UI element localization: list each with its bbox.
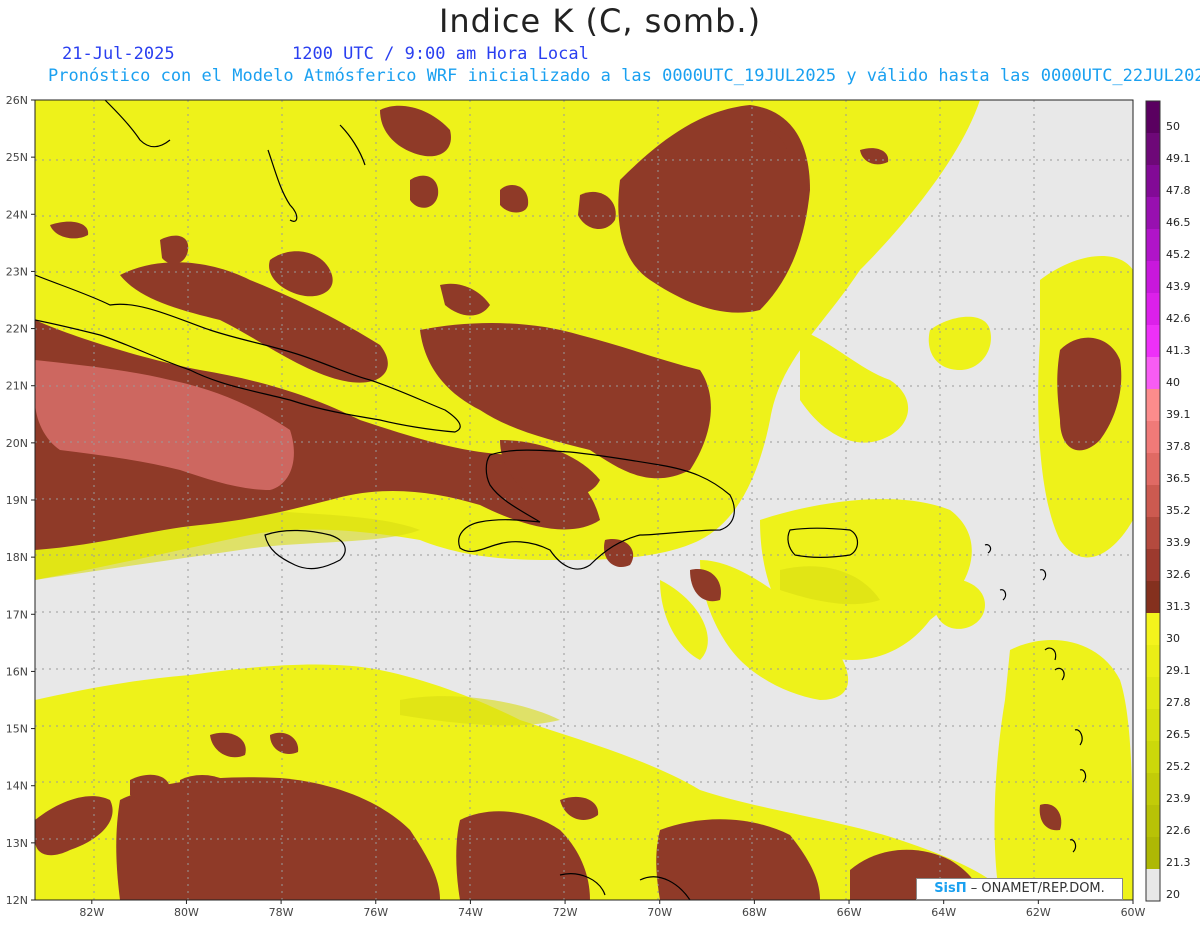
colorbar-swatch-3 <box>1146 197 1160 230</box>
colorbar-swatch-4 <box>1146 229 1160 262</box>
colorbar-label-36.5: 36.5 <box>1166 472 1191 485</box>
lat-label-17N: 17N <box>6 608 28 621</box>
colorbar-swatch-8 <box>1146 357 1160 390</box>
lon-label-66W: 66W <box>837 906 862 919</box>
colorbar-label-45.2: 45.2 <box>1166 248 1191 261</box>
lat-label-22N: 22N <box>6 323 28 336</box>
colorbar-label-29.1: 29.1 <box>1166 664 1191 677</box>
colorbar-swatch-10 <box>1146 421 1160 454</box>
colorbar-swatch-17 <box>1146 645 1160 678</box>
colorbar-label-46.5: 46.5 <box>1166 216 1191 229</box>
lat-label-12N: 12N <box>6 894 28 907</box>
longitude-labels: 82W 80W 78W 76W 74W 72W 70W 68W 66W 64W 62W 60W <box>79 900 1146 919</box>
sispi-logo-text: SisΠ <box>934 881 967 896</box>
colorbar-swatch-9 <box>1146 389 1160 422</box>
lon-label-64W: 64W <box>931 906 956 919</box>
colorbar-swatch-16 <box>1146 613 1160 646</box>
lon-label-76W: 76W <box>363 906 388 919</box>
lat-label-25N: 25N <box>6 151 28 164</box>
colorbar-swatch-23 <box>1146 837 1160 870</box>
lat-label-26N: 26N <box>6 94 28 107</box>
lon-label-82W: 82W <box>79 906 104 919</box>
colorbar-swatch-0 <box>1146 101 1160 134</box>
k-index-map: 26N 25N 24N 23N 22N 21N 20N 19N 18N 17N 16N 15N 14N 1… <box>6 94 1191 919</box>
colorbar-swatch-15 <box>1146 581 1160 614</box>
lat-label-15N: 15N <box>6 723 28 736</box>
colorbar-label-42.6: 42.6 <box>1166 312 1191 325</box>
lon-label-72W: 72W <box>553 906 578 919</box>
lon-label-68W: 68W <box>742 906 767 919</box>
lon-label-80W: 80W <box>174 906 199 919</box>
credit-box: SisΠ – ONAMET/REP.DOM. <box>916 878 1123 900</box>
colorbar-label-22.6: 22.6 <box>1166 824 1191 837</box>
colorbar-label-39.1: 39.1 <box>1166 408 1191 421</box>
colorbar-label-26.5: 26.5 <box>1166 728 1191 741</box>
k-index-colorbar: 50 49.1 47.8 46.5 45.2 43.9 42.6 41.3 40 39.1 37.8… <box>1145 100 1191 902</box>
lon-label-74W: 74W <box>458 906 483 919</box>
colorbar-label-20: 20 <box>1166 888 1180 901</box>
colorbar-swatch-13 <box>1146 517 1160 550</box>
colorbar-label-41.3: 41.3 <box>1166 344 1191 357</box>
colorbar-swatch-19 <box>1146 709 1160 742</box>
lat-label-20N: 20N <box>6 437 28 450</box>
colorbar-swatch-1 <box>1146 133 1160 166</box>
lat-label-13N: 13N <box>6 837 28 850</box>
colorbar-label-37.8: 37.8 <box>1166 440 1191 453</box>
colorbar-label-27.8: 27.8 <box>1166 696 1191 709</box>
colorbar-swatch-18 <box>1146 677 1160 710</box>
lon-label-62W: 62W <box>1026 906 1051 919</box>
colorbar-label-35.2: 35.2 <box>1166 504 1191 517</box>
colorbar-label-30: 30 <box>1166 632 1180 645</box>
lon-label-78W: 78W <box>269 906 294 919</box>
colorbar-swatch-2 <box>1146 165 1160 198</box>
lon-label-70W: 70W <box>647 906 672 919</box>
colorbar-label-40: 40 <box>1166 376 1180 389</box>
colorbar-label-43.9: 43.9 <box>1166 280 1191 293</box>
lat-label-16N: 16N <box>6 665 28 678</box>
colorbar-swatch-7 <box>1146 325 1160 358</box>
colorbar-label-23.9: 23.9 <box>1166 792 1191 805</box>
colorbar-label-21.3: 21.3 <box>1166 856 1191 869</box>
colorbar-label-47.8: 47.8 <box>1166 184 1191 197</box>
colorbar-label-31.3: 31.3 <box>1166 600 1191 613</box>
latitude-labels: 26N 25N 24N 23N 22N 21N 20N 19N 18N 17N 16N 15N 14N 1… <box>6 94 35 907</box>
lat-label-19N: 19N <box>6 494 28 507</box>
lat-label-18N: 18N <box>6 551 28 564</box>
lat-label-21N: 21N <box>6 380 28 393</box>
colorbar-swatch-6 <box>1146 293 1160 326</box>
credit-text: – ONAMET/REP.DOM. <box>970 881 1105 896</box>
colorbar-label-49.1: 49.1 <box>1166 152 1191 165</box>
colorbar-label-33.9: 33.9 <box>1166 536 1191 549</box>
colorbar-label-50: 50 <box>1166 120 1180 133</box>
colorbar-swatch-20 <box>1146 741 1160 774</box>
colorbar-label-25.2: 25.2 <box>1166 760 1191 773</box>
colorbar-swatch-5 <box>1146 261 1160 294</box>
colorbar-swatch-24 <box>1146 869 1160 902</box>
colorbar-swatch-11 <box>1146 453 1160 486</box>
lat-label-14N: 14N <box>6 780 28 793</box>
colorbar-swatch-22 <box>1146 805 1160 838</box>
lon-label-60W: 60W <box>1121 906 1146 919</box>
colorbar-swatch-21 <box>1146 773 1160 806</box>
lat-label-23N: 23N <box>6 265 28 278</box>
lat-label-24N: 24N <box>6 208 28 221</box>
colorbar-swatch-12 <box>1146 485 1160 518</box>
colorbar-label-32.6: 32.6 <box>1166 568 1191 581</box>
colorbar-swatch-14 <box>1146 549 1160 582</box>
